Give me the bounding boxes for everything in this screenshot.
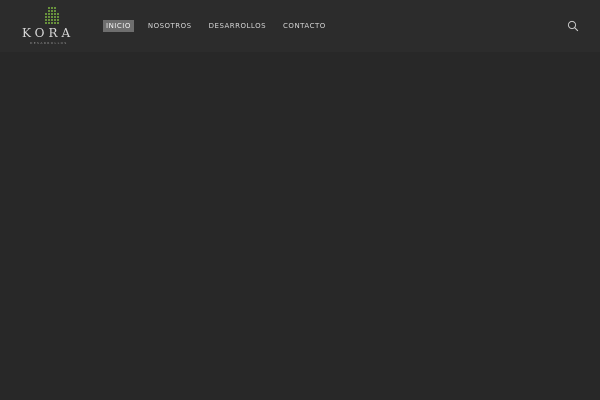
site-header: KORA DESARROLLOS INICIO NOSOTROS DESARRO… [0, 0, 600, 52]
search-icon[interactable] [567, 20, 579, 32]
nav-item-contacto[interactable]: CONTACTO [280, 20, 329, 32]
logo-tagline: DESARROLLOS [30, 41, 68, 45]
logo-wordmark: KORA [22, 26, 75, 40]
hero-area [0, 52, 600, 400]
nav-item-nosotros[interactable]: NOSOTROS [145, 20, 195, 32]
logo[interactable]: KORA DESARROLLOS [22, 6, 82, 46]
main-nav: INICIO NOSOTROS DESARROLLOS CONTACTO [103, 20, 329, 32]
logo-mark-icon [45, 7, 59, 24]
page: KORA DESARROLLOS INICIO NOSOTROS DESARRO… [0, 0, 600, 400]
nav-item-inicio[interactable]: INICIO [103, 20, 134, 32]
nav-item-desarrollos[interactable]: DESARROLLOS [206, 20, 269, 32]
